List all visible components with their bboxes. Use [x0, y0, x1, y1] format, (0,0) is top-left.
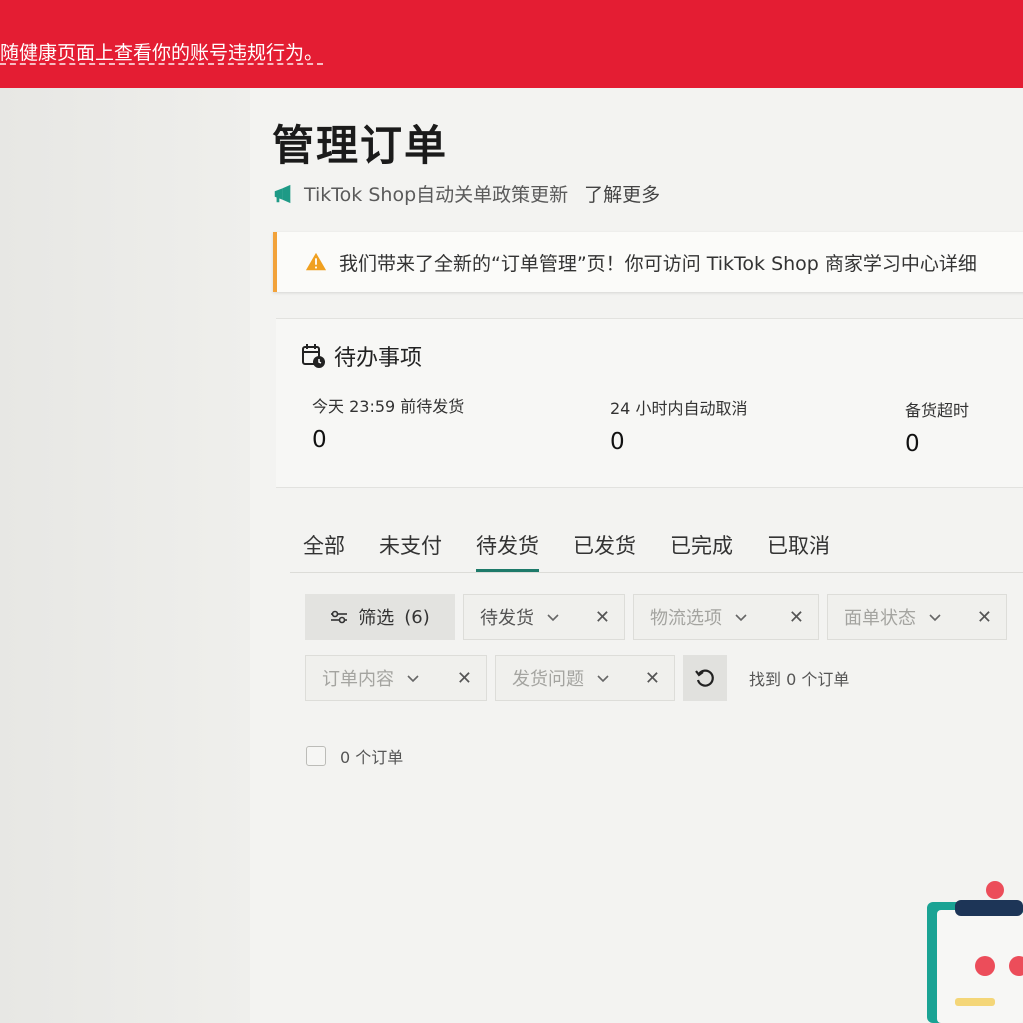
todo-title-text: 待办事项 — [334, 346, 423, 371]
clear-icon[interactable]: ✕ — [595, 607, 610, 628]
todo-item-stock-overdue[interactable]: 备货超时 0 — [905, 397, 969, 457]
todo-title: 待办事项 — [302, 340, 422, 372]
chevron-down-icon — [929, 614, 941, 622]
shipping-issue-filter-chip[interactable]: 发货问题 ✕ — [495, 655, 675, 701]
todo-item-label: 备货超时 — [905, 401, 970, 420]
label-status-filter-chip[interactable]: 面单状态 ✕ — [827, 594, 1007, 640]
sliders-icon — [331, 610, 348, 624]
chip-label: 订单内容 — [322, 669, 394, 690]
order-count: 0 个订单 — [340, 748, 404, 767]
filter-row-2: 订单内容 ✕ 发货问题 ✕ 找到 0 个订单 — [305, 655, 849, 701]
chip-label: 物流选项 — [650, 608, 722, 629]
logistics-filter-chip[interactable]: 物流选项 ✕ — [633, 594, 819, 640]
violation-message[interactable]: 随健康页面上查看你的账号违规行为。 — [0, 38, 323, 65]
filter-button[interactable]: 筛选 (6) — [305, 594, 455, 640]
tab-shipped[interactable]: 已发货 — [573, 530, 636, 568]
warning-icon — [305, 252, 327, 271]
tab-all[interactable]: 全部 — [303, 530, 345, 568]
todo-item-value: 0 — [610, 429, 625, 455]
clear-icon[interactable]: ✕ — [789, 607, 804, 628]
left-sidebar-area — [0, 88, 250, 1023]
order-content-filter-chip[interactable]: 订单内容 ✕ — [305, 655, 487, 701]
chevron-down-icon — [735, 614, 747, 622]
filter-row-1: 筛选 (6) 待发货 ✕ 物流选项 ✕ 面单状态 ✕ — [305, 594, 1007, 640]
reset-filters-button[interactable] — [683, 655, 727, 701]
found-count: 找到 0 个订单 — [749, 670, 850, 689]
todo-item-value: 0 — [905, 431, 920, 457]
megaphone-icon — [274, 184, 291, 203]
notice-text: TikTok Shop自动关单政策更新 — [304, 184, 569, 206]
filter-button-label: 筛选 — [358, 608, 395, 629]
select-all-row: 0 个订单 — [306, 744, 403, 768]
select-all-checkbox[interactable] — [306, 746, 326, 766]
policy-notice: TikTok Shop自动关单政策更新 了解更多 — [272, 180, 660, 207]
todo-item-value: 0 — [312, 427, 327, 453]
alert-text: 我们带来了全新的“订单管理”页！你可访问 TikTok Shop 商家学习中心详… — [339, 252, 977, 275]
clear-icon[interactable]: ✕ — [457, 668, 472, 689]
chip-label: 待发货 — [480, 608, 534, 629]
tabs-divider — [290, 572, 1023, 573]
clear-icon[interactable]: ✕ — [645, 668, 660, 689]
new-page-alert: 我们带来了全新的“订单管理”页！你可访问 TikTok Shop 商家学习中心详… — [273, 232, 1023, 292]
learn-more-link[interactable]: 了解更多 — [584, 180, 660, 207]
tab-awaiting-shipment[interactable]: 待发货 — [476, 530, 539, 572]
violation-banner: 随健康页面上查看你的账号违规行为。 — [0, 0, 1023, 88]
tab-cancelled[interactable]: 已取消 — [767, 530, 830, 568]
tab-completed[interactable]: 已完成 — [670, 530, 733, 568]
tab-unpaid[interactable]: 未支付 — [379, 530, 442, 568]
order-status-tabs: 全部 未支付 待发货 已发货 已完成 已取消 — [303, 530, 864, 572]
help-mascot-illustration[interactable] — [915, 880, 1023, 1023]
status-filter-chip[interactable]: 待发货 ✕ — [463, 594, 625, 640]
chevron-down-icon — [547, 614, 559, 622]
refresh-icon — [695, 669, 714, 687]
chip-label: 面单状态 — [844, 608, 916, 629]
filter-count: (6) — [404, 606, 430, 628]
todo-item-ship-today[interactable]: 今天 23:59 前待发货 0 — [312, 393, 464, 453]
calendar-clock-icon — [302, 344, 325, 368]
todo-item-label: 今天 23:59 前待发货 — [312, 397, 465, 416]
chevron-down-icon — [407, 675, 419, 683]
todo-item-auto-cancel[interactable]: 24 小时内自动取消 0 — [610, 395, 747, 455]
todo-item-label: 24 小时内自动取消 — [610, 399, 748, 418]
clear-icon[interactable]: ✕ — [977, 607, 992, 628]
chevron-down-icon — [597, 675, 609, 683]
page-title: 管理订单 — [272, 121, 449, 170]
chip-label: 发货问题 — [512, 669, 584, 690]
